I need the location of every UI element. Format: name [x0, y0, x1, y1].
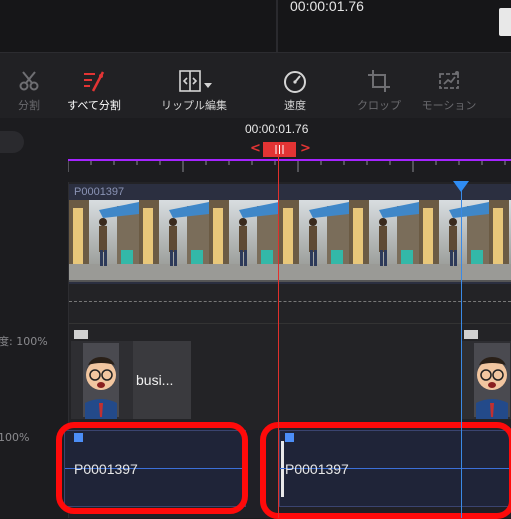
zoom-toggle[interactable]: [0, 131, 24, 153]
highlight-annotation: [260, 422, 511, 519]
crop-label: クロップ: [357, 99, 401, 112]
audio-track-opacity: 100%: [0, 431, 30, 444]
preview-panel: [0, 0, 511, 52]
preview-resize-handle[interactable]: [499, 8, 511, 36]
speed-icon: [282, 69, 308, 93]
split-label: 分割: [18, 99, 40, 112]
motion-icon: [435, 69, 463, 93]
crop-icon: [367, 69, 391, 93]
split-all-icon: [81, 69, 107, 93]
image-clip-label: busi...: [136, 372, 174, 388]
split-button[interactable]: 分割: [8, 53, 50, 119]
split-all-button[interactable]: すべて分割: [60, 53, 128, 119]
image-track-icon: [464, 330, 478, 339]
edit-toolbar: 分割 すべて分割 リップル編集 速度 クロップ モーション: [0, 52, 511, 120]
ruler-ticks: [68, 161, 506, 172]
playhead-line[interactable]: [278, 148, 279, 518]
split-all-label: すべて分割: [67, 99, 121, 112]
current-time: 00:00:01.76: [245, 122, 309, 136]
businessman-thumbnail: [462, 341, 511, 419]
marker-triangle-icon[interactable]: [453, 181, 469, 192]
scissors-icon: [18, 69, 40, 93]
trim-right-icon[interactable]: >: [300, 141, 311, 156]
image-track-opacity: 度: 100%: [0, 335, 48, 348]
motion-button[interactable]: モーション: [416, 53, 482, 119]
businessman-thumbnail: [71, 341, 133, 419]
empty-track-guide: [69, 301, 511, 302]
crop-button[interactable]: クロップ: [350, 53, 408, 119]
motion-label: モーション: [421, 99, 477, 112]
playhead-marker-icon[interactable]: [263, 142, 296, 157]
video-clip-label: P0001397: [74, 186, 125, 198]
highlight-annotation: [56, 422, 248, 514]
preview-timecode: 00:00:01.76: [290, 0, 364, 14]
video-thumbnails: [69, 200, 511, 282]
ripple-edit-label: リップル編集: [161, 99, 227, 112]
track-separator: [69, 323, 511, 324]
preview-divider: [276, 0, 278, 52]
ripple-edit-icon: [174, 69, 214, 93]
image-track-icon: [74, 330, 88, 339]
image-clip-2[interactable]: [462, 341, 511, 419]
speed-button[interactable]: 速度: [276, 53, 314, 119]
marker-line[interactable]: [461, 188, 462, 518]
speed-label: 速度: [284, 99, 306, 112]
trim-left-icon[interactable]: <: [250, 141, 261, 156]
ripple-edit-button[interactable]: リップル編集: [154, 53, 234, 119]
